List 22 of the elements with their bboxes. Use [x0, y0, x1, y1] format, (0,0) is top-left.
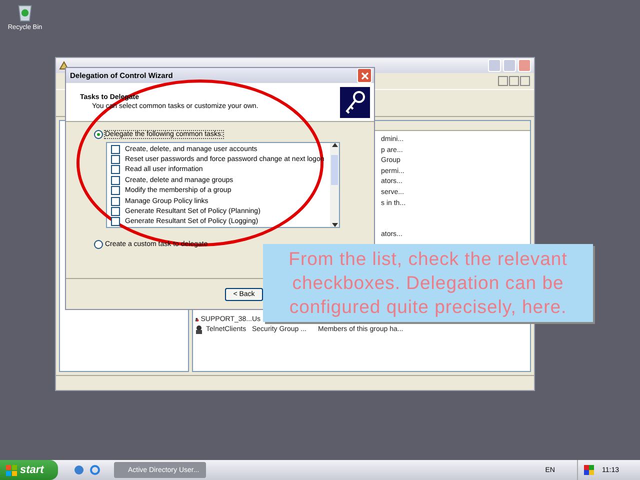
scrollbar[interactable] [330, 143, 339, 227]
radio-button[interactable] [94, 130, 103, 138]
checkbox[interactable] [111, 155, 120, 164]
flag-icon[interactable] [584, 465, 594, 475]
group-icon [195, 325, 204, 334]
checkbox[interactable] [111, 196, 120, 206]
checkbox[interactable] [111, 165, 120, 174]
checkbox[interactable] [111, 144, 120, 154]
scroll-up-icon[interactable] [332, 143, 338, 147]
checkbox[interactable] [111, 186, 120, 196]
checkbox[interactable] [111, 176, 120, 185]
windows-logo [6, 464, 17, 476]
callout-text: From the list, check the relevant checkboxes. Delegation can be configured quite precisely, here. [288, 247, 568, 319]
radio-button[interactable] [94, 240, 103, 248]
scroll-down-icon[interactable] [332, 223, 338, 227]
keys-icon [340, 86, 370, 118]
minimize-button[interactable] [498, 76, 508, 86]
close-button[interactable] [520, 76, 530, 86]
checkbox[interactable] [111, 217, 120, 226]
close-icon [360, 72, 368, 80]
restore-button[interactable] [509, 76, 519, 86]
checkbox[interactable] [111, 207, 120, 216]
